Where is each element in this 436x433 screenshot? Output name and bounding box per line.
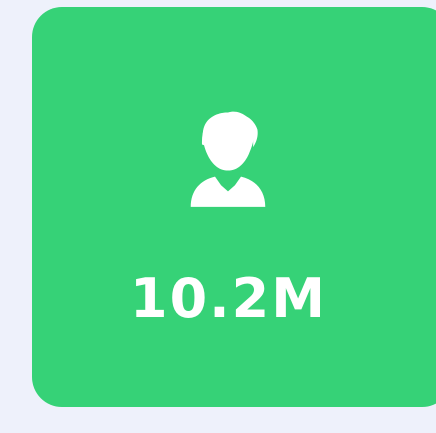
stat-value: 10.2M [130, 267, 327, 330]
user-icon [190, 111, 266, 207]
